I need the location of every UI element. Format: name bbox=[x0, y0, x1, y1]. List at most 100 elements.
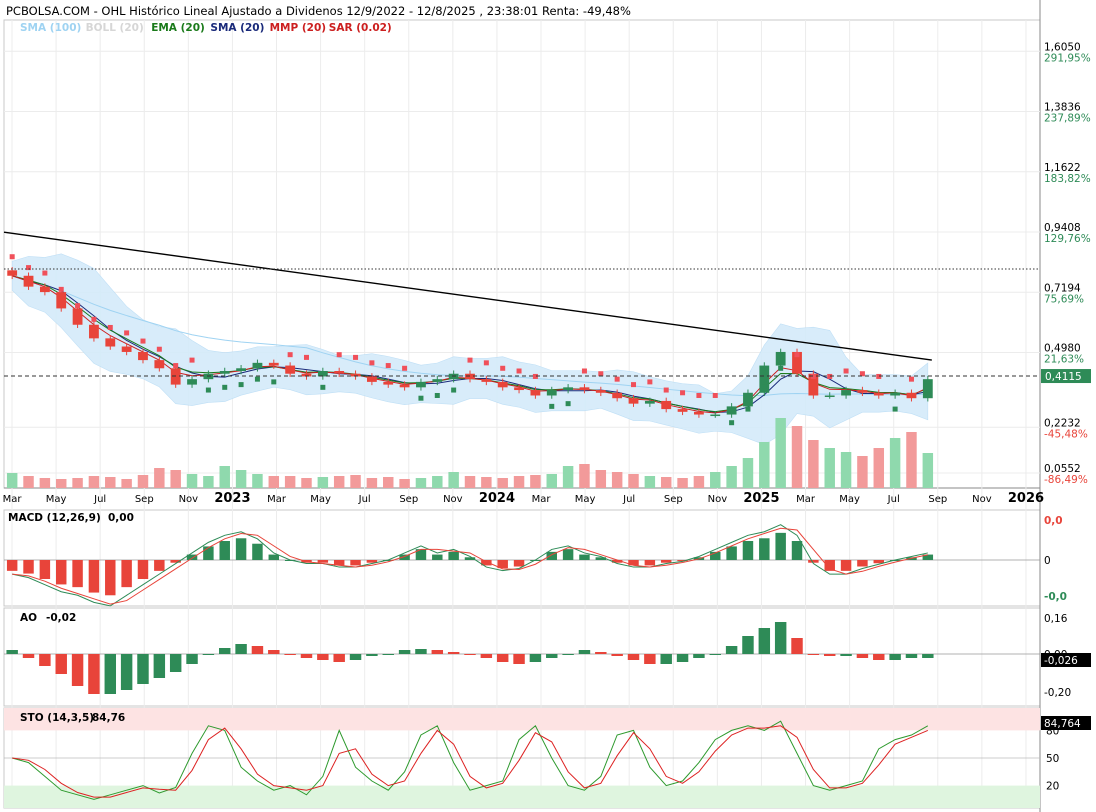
volume-bar[interactable] bbox=[252, 474, 263, 488]
volume-bar[interactable] bbox=[219, 466, 230, 488]
volume-bar[interactable] bbox=[546, 474, 557, 488]
ao-bar[interactable] bbox=[807, 654, 820, 655]
candle-body[interactable] bbox=[743, 392, 753, 407]
candle-body[interactable] bbox=[612, 392, 623, 399]
candle-body[interactable] bbox=[138, 351, 148, 361]
volume-bar[interactable] bbox=[301, 478, 312, 488]
candle-body[interactable] bbox=[39, 286, 50, 293]
candle-body[interactable] bbox=[481, 379, 492, 382]
ao-bar[interactable] bbox=[513, 654, 525, 664]
volume-bar[interactable] bbox=[562, 466, 574, 488]
macd-histogram-bar[interactable] bbox=[55, 560, 67, 585]
volume-bar[interactable] bbox=[366, 478, 378, 488]
ao-bar[interactable] bbox=[349, 654, 362, 660]
volume-bar[interactable] bbox=[432, 476, 443, 488]
candle-body[interactable] bbox=[514, 387, 524, 391]
candle-body[interactable] bbox=[105, 338, 116, 347]
macd-histogram-bar[interactable] bbox=[857, 560, 868, 567]
candle-body[interactable] bbox=[890, 392, 901, 396]
ao-bar[interactable] bbox=[88, 654, 100, 694]
volume-bar[interactable] bbox=[23, 476, 34, 488]
candle-body[interactable] bbox=[432, 379, 443, 382]
candle-body[interactable] bbox=[399, 384, 410, 388]
volume-bar[interactable] bbox=[710, 472, 721, 488]
ao-bar[interactable] bbox=[823, 654, 836, 656]
candle-body[interactable] bbox=[595, 390, 606, 393]
volume-bar[interactable] bbox=[840, 452, 852, 488]
ao-bar[interactable] bbox=[578, 650, 591, 654]
ao-bar[interactable] bbox=[22, 654, 35, 658]
volume-bar[interactable] bbox=[481, 477, 492, 488]
ao-bar[interactable] bbox=[660, 654, 672, 664]
candle-body[interactable] bbox=[694, 411, 704, 415]
volume-bar[interactable] bbox=[595, 470, 607, 488]
macd-histogram-bar[interactable] bbox=[219, 541, 230, 560]
volume-bar[interactable] bbox=[383, 477, 394, 488]
candle-body[interactable] bbox=[563, 387, 574, 391]
macd-histogram-bar[interactable] bbox=[235, 538, 247, 560]
ao-bar[interactable] bbox=[758, 628, 771, 654]
volume-bar[interactable] bbox=[873, 448, 885, 488]
ao-bar[interactable] bbox=[333, 654, 345, 662]
macd-histogram-bar[interactable] bbox=[6, 560, 18, 571]
candle-body[interactable] bbox=[334, 371, 345, 374]
ao-bar[interactable] bbox=[905, 654, 918, 658]
candle-body[interactable] bbox=[857, 390, 868, 393]
volume-bar[interactable] bbox=[513, 476, 525, 488]
ao-bar[interactable] bbox=[922, 654, 934, 658]
macd-histogram-bar[interactable] bbox=[579, 554, 590, 560]
ao-bar[interactable] bbox=[153, 654, 166, 678]
ao-bar[interactable] bbox=[856, 654, 869, 658]
volume-bar[interactable] bbox=[742, 458, 754, 488]
volume-bar[interactable] bbox=[693, 476, 705, 488]
macd-histogram-bar[interactable] bbox=[268, 554, 280, 560]
candle-body[interactable] bbox=[628, 398, 639, 404]
ao-bar[interactable] bbox=[562, 654, 574, 655]
ao-bar[interactable] bbox=[317, 654, 329, 660]
macd-histogram-bar[interactable] bbox=[808, 560, 819, 563]
ao-bar[interactable] bbox=[480, 654, 493, 658]
ao-bar[interactable] bbox=[398, 650, 411, 654]
volume-bar[interactable] bbox=[611, 472, 623, 488]
ao-bar[interactable] bbox=[202, 654, 215, 655]
candle-body[interactable] bbox=[726, 406, 737, 415]
candle-body[interactable] bbox=[710, 414, 721, 417]
ao-bar[interactable] bbox=[268, 650, 280, 654]
volume-bar[interactable] bbox=[677, 478, 688, 488]
macd-histogram-bar[interactable] bbox=[121, 560, 132, 588]
ao-bar[interactable] bbox=[873, 654, 885, 660]
candle-body[interactable] bbox=[121, 346, 132, 352]
volume-bar[interactable] bbox=[808, 440, 819, 488]
ao-bar[interactable] bbox=[39, 654, 51, 666]
ao-bar[interactable] bbox=[644, 654, 656, 664]
candle-body[interactable] bbox=[497, 381, 508, 388]
volume-bar[interactable] bbox=[6, 473, 18, 488]
volume-bar[interactable] bbox=[105, 477, 116, 488]
ao-bar[interactable] bbox=[447, 652, 460, 654]
candle-body[interactable] bbox=[252, 362, 263, 369]
volume-bar[interactable] bbox=[644, 476, 656, 488]
candle-body[interactable] bbox=[236, 368, 246, 371]
macd-histogram-bar[interactable] bbox=[72, 560, 83, 588]
volume-bar[interactable] bbox=[170, 470, 181, 488]
candle-body[interactable] bbox=[677, 409, 688, 412]
candle-body[interactable] bbox=[759, 365, 770, 393]
candle-body[interactable] bbox=[72, 308, 83, 325]
volume-bar[interactable] bbox=[317, 477, 329, 488]
ao-bar[interactable] bbox=[496, 654, 509, 662]
candle-body[interactable] bbox=[89, 324, 99, 339]
macd-histogram-bar[interactable] bbox=[791, 541, 803, 560]
ao-bar[interactable] bbox=[431, 650, 444, 654]
volume-bar[interactable] bbox=[906, 432, 917, 488]
candle-body[interactable] bbox=[530, 390, 541, 396]
volume-bar[interactable] bbox=[203, 476, 214, 488]
stochastic-panel[interactable] bbox=[4, 708, 1040, 808]
volume-bar[interactable] bbox=[448, 472, 459, 488]
candle-body[interactable] bbox=[579, 387, 590, 391]
volume-bar[interactable] bbox=[333, 476, 345, 488]
volume-bar[interactable] bbox=[579, 464, 590, 488]
macd-histogram-bar[interactable] bbox=[742, 541, 754, 560]
ao-bar[interactable] bbox=[840, 654, 852, 656]
candle-body[interactable] bbox=[23, 275, 34, 287]
volume-bar[interactable] bbox=[791, 426, 803, 488]
